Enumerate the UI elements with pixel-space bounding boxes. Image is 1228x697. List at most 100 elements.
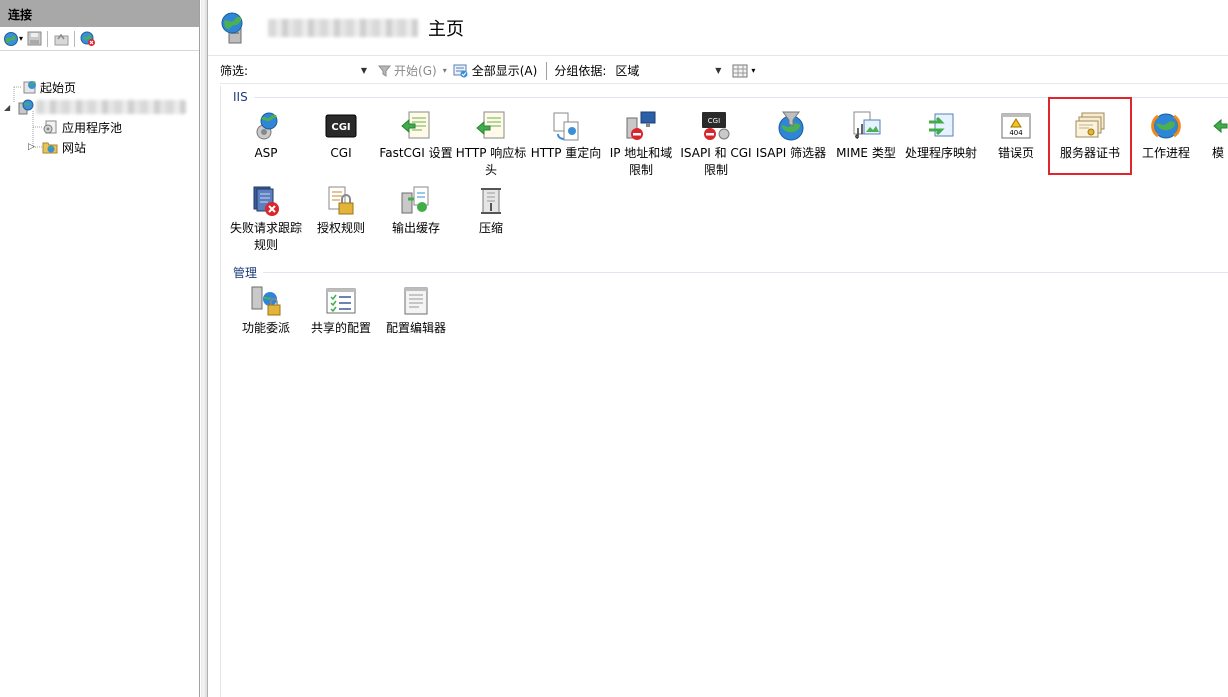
filter-label: 筛选: (220, 64, 249, 78)
error-pages-icon: 404 (1001, 113, 1031, 139)
feature-isapi-cgi-restrictions[interactable]: CGI ISAPI 和 CGI 限制 (679, 108, 753, 180)
shared-configuration-icon (326, 288, 356, 314)
show-all-icon (453, 64, 468, 77)
cgi-icon: CGI (325, 114, 357, 138)
feature-label: HTTP 重定向 (530, 146, 602, 160)
up-level-icon[interactable] (52, 30, 70, 48)
show-all-button[interactable]: 全部显示(A) (451, 61, 540, 81)
feature-label: FastCGI 设置 (379, 146, 453, 160)
configuration-editor-icon (404, 287, 428, 315)
go-button[interactable]: 开始(G) (376, 61, 439, 81)
feature-label: 错误页 (997, 146, 1034, 160)
connections-pane: 连接 ▾ 起始页 ◢ 应用程序池 ▷ 网站 (0, 0, 200, 697)
features-view: IIS ASP CGI CGI FastCGI 设置 HTTP 响应标头 HTT… (220, 86, 1228, 697)
feature-cgi[interactable]: CGI CGI (304, 108, 378, 180)
main-content-pane: 主页 筛选: ▼ 开始(G) ▾ 全部显示(A) 分组依据: 区域 ▼ ▾ II… (208, 0, 1228, 697)
connections-toolbar: ▾ (0, 27, 199, 51)
feature-http-redirect[interactable]: HTTP 重定向 (529, 108, 603, 180)
expand-arrow-icon[interactable]: ▷ (28, 142, 42, 152)
start-page-label: 起始页 (40, 80, 77, 95)
feature-shared-configuration[interactable]: 共享的配置 (304, 283, 378, 355)
feature-mime-types[interactable]: MIME 类型 (829, 108, 903, 180)
svg-text:CGI: CGI (331, 122, 350, 133)
feature-fastcgi[interactable]: FastCGI 设置 (379, 108, 453, 180)
feature-http-response-headers[interactable]: HTTP 响应标头 (454, 108, 528, 180)
feature-modules[interactable]: 模 (1204, 108, 1228, 180)
chevron-down-icon[interactable]: ▼ (361, 66, 367, 75)
show-all-label: 全部显示(A) (471, 64, 538, 78)
feature-worker-processes[interactable]: 工作进程 (1129, 108, 1203, 180)
feature-label: 处理程序映射 (904, 146, 977, 160)
feature-isapi-filters[interactable]: ISAPI 筛选器 (754, 108, 828, 180)
feature-label: 授权规则 (316, 221, 365, 235)
view-mode-dropdown-icon: ▾ (751, 66, 756, 75)
go-dropdown-icon[interactable]: ▾ (443, 66, 447, 75)
feature-label: ASP (254, 146, 278, 160)
feature-compression[interactable]: 压缩 (454, 183, 528, 255)
http-response-headers-icon (476, 111, 505, 139)
group-divider (263, 271, 1228, 273)
ip-restrictions-icon (626, 111, 656, 140)
http-redirect-icon (553, 112, 579, 141)
feature-label: HTTP 响应标头 (455, 146, 527, 177)
connect-globe-icon[interactable] (2, 30, 20, 48)
isapi-cgi-restrictions-icon: CGI (702, 112, 730, 140)
feature-asp[interactable]: ASP (229, 108, 303, 180)
view-mode-button[interactable]: ▾ (730, 61, 757, 81)
feature-label: ISAPI 筛选器 (755, 146, 827, 160)
authorization-rules-icon (328, 186, 354, 215)
feature-label: 失败请求跟踪规则 (229, 221, 302, 252)
connect-dropdown-icon[interactable]: ▾ (19, 34, 23, 43)
group-by-select[interactable]: 区域 ▼ (610, 60, 727, 81)
group-header-management[interactable]: 管理 (233, 264, 1228, 280)
disconnect-globe-icon[interactable] (79, 30, 97, 48)
collapse-arrow-icon[interactable]: ◢ (4, 103, 18, 112)
chevron-down-icon[interactable]: ▼ (715, 66, 721, 75)
feature-label: 压缩 (478, 221, 503, 235)
output-caching-icon (401, 186, 429, 214)
feature-label: 模 (1212, 146, 1225, 160)
svg-text:CGI: CGI (708, 117, 720, 125)
filter-toolbar: 筛选: ▼ 开始(G) ▾ 全部显示(A) 分组依据: 区域 ▼ ▾ (220, 58, 1228, 84)
group-title-management: 管理 (233, 265, 258, 280)
feature-delegation-icon (251, 286, 281, 316)
feature-failed-request-tracing[interactable]: 失败请求跟踪规则 (229, 183, 303, 255)
feature-configuration-editor[interactable]: 配置编辑器 (379, 283, 453, 355)
modules-icon (1213, 118, 1228, 134)
server-icon (18, 99, 36, 115)
feature-label: CGI (330, 146, 352, 160)
feature-feature-delegation[interactable]: 功能委派 (229, 283, 303, 355)
feature-label: 服务器证书 (1059, 146, 1120, 160)
failed-request-tracing-icon (253, 186, 279, 216)
toolbar-separator (47, 30, 49, 47)
save-icon[interactable] (25, 30, 43, 48)
connections-tree: 起始页 ◢ 应用程序池 ▷ 网站 (0, 51, 199, 155)
feature-error-pages[interactable]: 404 错误页 (979, 108, 1053, 180)
group-divider (253, 96, 1228, 98)
feature-authorization-rules[interactable]: 授权规则 (304, 183, 378, 255)
sites-label: 网站 (62, 140, 87, 155)
handler-mappings-icon (929, 113, 954, 137)
feature-ip-restrictions[interactable]: IP 地址和域限制 (604, 108, 678, 180)
server-name-redacted (268, 18, 418, 37)
feature-label: ISAPI 和 CGI 限制 (680, 146, 752, 177)
tree-item-start-page[interactable]: 起始页 (22, 77, 76, 97)
feature-handler-mappings[interactable]: 处理程序映射 (904, 108, 978, 180)
tree-item-sites[interactable]: ▷ 网站 (28, 137, 86, 157)
group-by-label: 分组依据: (554, 64, 607, 78)
tree-item-server[interactable]: ◢ (4, 97, 200, 117)
start-page-icon (22, 79, 40, 95)
toolbar-separator (74, 30, 76, 47)
feature-label: 配置编辑器 (385, 321, 446, 335)
feature-server-certificates[interactable]: 服务器证书 (1048, 97, 1132, 175)
feature-output-caching[interactable]: 输出缓存 (379, 183, 453, 255)
group-title-iis: IIS (233, 90, 248, 104)
view-grid-icon (732, 64, 748, 77)
asp-icon (256, 112, 278, 140)
feature-label: MIME 类型 (836, 146, 896, 160)
pane-splitter[interactable] (201, 0, 208, 697)
worker-processes-icon (1151, 113, 1181, 139)
connections-title: 连接 (0, 0, 199, 27)
tree-item-app-pools[interactable]: 应用程序池 (42, 117, 122, 137)
filter-input[interactable]: ▼ (252, 60, 373, 81)
